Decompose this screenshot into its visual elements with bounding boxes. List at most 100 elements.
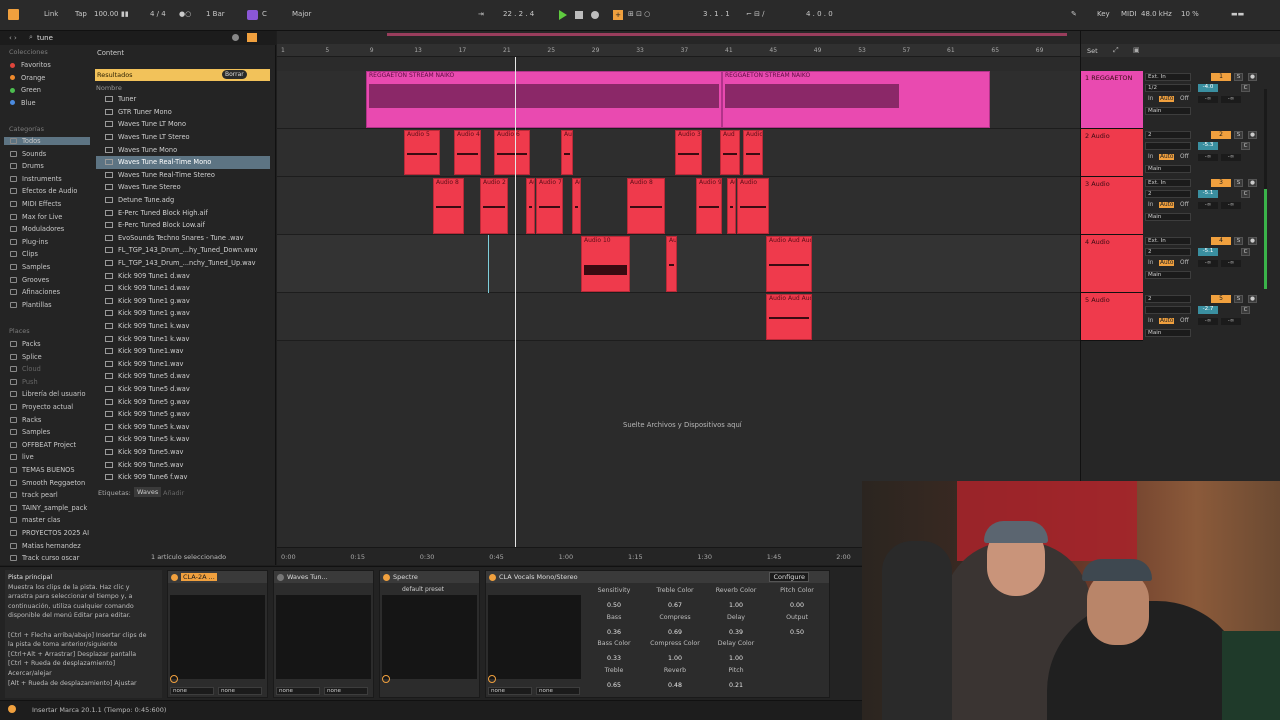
track-activator[interactable]: 2 — [1211, 131, 1231, 139]
bar-ruler[interactable]: 1 5 9 13 17 21 25 29 33 37 41 45 49 53 57 61 65 69 — [277, 44, 1080, 57]
track-name-panel[interactable]: 3 Audio — [1081, 177, 1143, 235]
param-value[interactable]: 0.50 — [584, 602, 644, 609]
monitor-off[interactable]: Off — [1180, 202, 1189, 208]
record-quantize-icon[interactable]: ●○ — [179, 10, 191, 18]
track-lane-3[interactable] — [277, 177, 1080, 235]
arm-button[interactable]: ● — [1248, 73, 1257, 81]
track-lane-5[interactable] — [277, 293, 1080, 341]
pan-button[interactable]: C — [1241, 306, 1250, 314]
input-channel-select[interactable]: 2 — [1145, 190, 1191, 198]
solo-button[interactable]: S — [1234, 237, 1243, 245]
volume-field[interactable]: -2.7 — [1198, 306, 1218, 314]
output-select[interactable]: Main — [1145, 271, 1191, 279]
place-item[interactable]: Proyecto actual — [10, 403, 73, 411]
send-b[interactable]: -∞ — [1221, 154, 1241, 161]
device-cla2a[interactable]: CLA-2A ... none none — [167, 570, 268, 698]
device-knob[interactable] — [382, 675, 390, 683]
place-item[interactable]: Matias hernandez — [10, 542, 81, 550]
follow-icon[interactable]: ⇥ — [478, 10, 484, 18]
solo-button[interactable]: S — [1234, 179, 1243, 187]
place-item[interactable]: Racks — [10, 416, 41, 424]
device-select[interactable]: none — [170, 687, 214, 695]
send-b[interactable]: -∞ — [1221, 260, 1241, 267]
output-select[interactable]: Main — [1145, 329, 1191, 337]
audio-clip[interactable]: Audio — [743, 130, 763, 175]
input-channel-select[interactable] — [1145, 306, 1191, 314]
place-item[interactable]: Smooth Reggaeton — [10, 479, 85, 487]
key-root-select[interactable]: C — [262, 10, 267, 18]
name-column-header[interactable]: Nombre — [96, 84, 122, 92]
input-type-select[interactable]: Ext. In — [1145, 179, 1191, 187]
input-channel-select[interactable]: 2 — [1145, 248, 1191, 256]
send-b[interactable]: -∞ — [1221, 318, 1241, 325]
audio-clip[interactable]: Audio 5 — [404, 130, 440, 175]
set-button[interactable]: Set — [1087, 47, 1098, 55]
tempo-field[interactable]: 100.00 — [94, 10, 119, 18]
input-channel-select[interactable] — [1145, 142, 1191, 150]
category-item[interactable]: Moduladores — [10, 225, 64, 233]
collection-item[interactable]: Blue — [10, 99, 36, 107]
output-select[interactable]: Main — [1145, 165, 1191, 173]
device-waves-tune[interactable]: Waves Tun... none none — [273, 570, 374, 698]
file-item[interactable]: Waves Tune LT Mono — [96, 118, 270, 131]
arm-button[interactable]: ● — [1248, 179, 1257, 187]
collection-item[interactable]: Favoritos — [10, 61, 51, 69]
place-item[interactable]: Push — [10, 378, 38, 386]
device-spectre[interactable]: Spectre default preset — [379, 570, 480, 698]
place-item[interactable]: OFFBEAT Project — [10, 441, 76, 449]
audio-clip[interactable]: Audio Aud Aud — [766, 294, 812, 340]
place-item[interactable]: Track curso oscar — [10, 554, 79, 562]
device-select[interactable]: none — [218, 687, 262, 695]
device-select[interactable]: none — [488, 687, 532, 695]
record-button[interactable] — [591, 11, 599, 19]
tap-button[interactable]: Tap — [75, 10, 87, 18]
send-a[interactable]: -∞ — [1198, 96, 1218, 103]
file-item[interactable]: Kick 909 Tune1 k.wav — [96, 332, 270, 345]
arm-button[interactable]: ● — [1248, 237, 1257, 245]
collection-item[interactable]: Orange — [10, 74, 45, 82]
metronome-icon[interactable]: ▮▮ — [121, 10, 129, 18]
content-dropdown[interactable]: Content — [97, 49, 124, 57]
solo-button[interactable]: S — [1234, 295, 1243, 303]
send-a[interactable]: -∞ — [1198, 318, 1218, 325]
param-value[interactable]: 0.69 — [645, 629, 705, 636]
track-lane-4[interactable] — [277, 235, 1080, 293]
file-item[interactable]: Waves Tune LT Stereo — [96, 131, 270, 144]
place-item[interactable]: live — [10, 453, 34, 461]
track-name-panel[interactable]: 1 REGGAETON — [1081, 71, 1143, 129]
volume-field[interactable]: -4.0 — [1198, 84, 1218, 92]
track-activator[interactable]: 4 — [1211, 237, 1231, 245]
key-map-button[interactable]: Key — [1097, 10, 1110, 18]
file-item[interactable]: Kick 909 Tune5 g.wav — [96, 408, 270, 421]
param-value[interactable]: 0.39 — [706, 629, 766, 636]
midi-map-button[interactable]: MIDI — [1121, 10, 1137, 18]
volume-field[interactable]: -5.1 — [1198, 248, 1218, 256]
pan-button[interactable]: C — [1241, 142, 1250, 150]
param-value[interactable]: 1.00 — [706, 602, 766, 609]
audio-clip[interactable]: Audio — [737, 178, 769, 234]
param-value[interactable]: 0.48 — [645, 682, 705, 689]
category-item[interactable]: Max for Live — [10, 213, 62, 221]
device-select[interactable]: none — [276, 687, 320, 695]
monitor-auto[interactable]: Auto — [1159, 96, 1175, 102]
file-item[interactable]: Kick 909 Tune1.wav — [96, 358, 270, 371]
file-item[interactable]: EvoSounds Techno Snares - Tune .wav — [96, 232, 270, 245]
category-item[interactable]: Plantillas — [10, 301, 52, 309]
monitor-off[interactable]: Off — [1180, 154, 1189, 160]
track-name-panel[interactable]: 5 Audio — [1081, 293, 1143, 341]
device-power-icon[interactable] — [171, 573, 178, 581]
device-power-icon[interactable] — [489, 573, 496, 581]
stop-button[interactable] — [575, 11, 583, 19]
audio-clip[interactable]: Au — [572, 178, 581, 234]
output-select[interactable]: Main — [1145, 107, 1191, 115]
tag-add[interactable]: Añadir — [163, 489, 184, 497]
file-item[interactable]: Kick 909 Tune5 d.wav — [96, 383, 270, 396]
solo-button[interactable]: S — [1234, 73, 1243, 81]
pan-button[interactable]: C — [1241, 84, 1250, 92]
param-value[interactable]: 0.50 — [767, 629, 827, 636]
monitor-in[interactable]: In — [1148, 260, 1153, 266]
device-knob[interactable] — [488, 675, 496, 683]
monitor-in[interactable]: In — [1148, 202, 1153, 208]
track-header[interactable]: 3 Audio Ext. In 2 3 S ● -5.1 C In Auto Off -∞ -∞ Main — [1081, 177, 1280, 235]
track-activator[interactable]: 5 — [1211, 295, 1231, 303]
